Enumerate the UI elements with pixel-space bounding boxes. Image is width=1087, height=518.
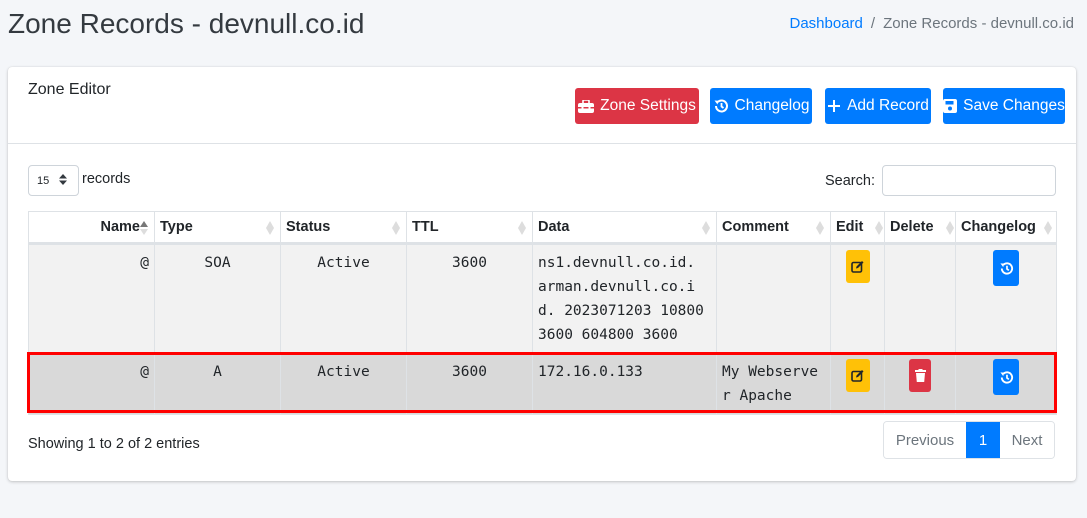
- column-header-type[interactable]: Type: [154, 211, 281, 245]
- edit-icon: [851, 370, 864, 382]
- sort-both-icon: [392, 221, 400, 235]
- card-title: Zone Editor: [28, 81, 111, 98]
- breadcrumb-separator: /: [870, 15, 876, 32]
- table-info: Showing 1 to 2 of 2 entries: [28, 436, 200, 452]
- save-icon: [943, 99, 958, 113]
- column-header-data[interactable]: Data: [532, 211, 717, 245]
- column-header-ttl[interactable]: TTL: [406, 211, 533, 245]
- save-changes-button[interactable]: Save Changes: [943, 88, 1065, 124]
- cell-comment: [716, 243, 831, 354]
- toolbox-icon: [578, 99, 595, 113]
- column-header-label: Type: [160, 219, 193, 235]
- sort-both-icon: [518, 221, 526, 235]
- cell-delete: [884, 353, 956, 415]
- cell-edit: [830, 353, 885, 415]
- save-changes-label: Save Changes: [963, 97, 1065, 114]
- history-icon: [999, 261, 1013, 275]
- history-icon: [713, 98, 729, 114]
- card-header: Zone Editor Zone Settings Changelog Add …: [8, 67, 1076, 144]
- cell-changelog: [955, 243, 1057, 354]
- cell-data: 172.16.0.133: [532, 353, 717, 415]
- column-header-label: Delete: [890, 219, 934, 235]
- sort-ascending-icon: [140, 221, 148, 235]
- history-icon: [999, 370, 1013, 384]
- pagination-previous[interactable]: Previous: [884, 422, 966, 458]
- column-header-status[interactable]: Status: [280, 211, 407, 245]
- sort-both-icon: [1044, 221, 1052, 235]
- cell-type: SOA: [154, 243, 281, 354]
- record-changelog-button[interactable]: [993, 359, 1019, 395]
- delete-record-button[interactable]: [909, 359, 931, 392]
- cell-name: @: [28, 243, 155, 354]
- records-table: Name Type Status TTL Data Comment Edit D…: [28, 211, 1057, 415]
- column-header-label: Name: [100, 219, 141, 235]
- plus-icon: [827, 99, 841, 113]
- cell-changelog: [955, 353, 1057, 415]
- cell-status: Active: [280, 243, 407, 354]
- select-arrows-icon: [59, 173, 68, 188]
- trash-icon: [914, 369, 926, 382]
- cell-comment: My Webserver Apache: [716, 353, 831, 415]
- page-length-value: 15: [37, 174, 50, 187]
- column-header-label: Edit: [836, 219, 864, 235]
- table-row: @ A Active 3600 172.16.0.133 My Webserve…: [28, 353, 1057, 415]
- cell-name: @: [28, 353, 155, 415]
- page-length-label: records: [82, 171, 131, 187]
- page-length-select[interactable]: 15: [28, 165, 79, 196]
- breadcrumb-dashboard-link[interactable]: Dashboard: [790, 15, 863, 32]
- changelog-button[interactable]: Changelog: [710, 88, 812, 124]
- cell-ttl: 3600: [406, 353, 533, 415]
- pagination: Previous 1 Next: [883, 421, 1055, 459]
- breadcrumb-current: Zone Records - devnull.co.id: [883, 15, 1074, 32]
- sort-both-icon: [875, 221, 883, 235]
- pagination-page-current[interactable]: 1: [966, 422, 1000, 458]
- cell-data: ns1.devnull.co.id. arman.devnull.co.id. …: [532, 243, 717, 354]
- add-record-label: Add Record: [847, 97, 929, 114]
- search-label: Search:: [825, 173, 875, 189]
- pagination-next[interactable]: Next: [1000, 422, 1054, 458]
- sort-both-icon: [266, 221, 274, 235]
- cell-type: A: [154, 353, 281, 415]
- column-header-changelog[interactable]: Changelog: [955, 211, 1057, 245]
- changelog-label: Changelog: [734, 97, 810, 114]
- table-header-row: Name Type Status TTL Data Comment Edit D…: [28, 211, 1057, 245]
- edit-icon: [851, 261, 864, 273]
- column-header-edit[interactable]: Edit: [830, 211, 885, 245]
- page-title: Zone Records - devnull.co.id: [8, 8, 365, 39]
- zone-settings-label: Zone Settings: [600, 97, 696, 114]
- add-record-button[interactable]: Add Record: [825, 88, 931, 124]
- search-input[interactable]: [882, 165, 1056, 196]
- table-row: @ SOA Active 3600 ns1.devnull.co.id. arm…: [28, 243, 1057, 354]
- cell-ttl: 3600: [406, 243, 533, 354]
- edit-record-button[interactable]: [845, 359, 870, 392]
- column-header-delete[interactable]: Delete: [884, 211, 956, 245]
- sort-both-icon: [816, 221, 824, 235]
- edit-record-button[interactable]: [845, 250, 870, 283]
- column-header-label: Comment: [722, 219, 789, 235]
- column-header-label: Changelog: [961, 219, 1036, 235]
- column-header-label: Data: [538, 219, 570, 235]
- column-header-comment[interactable]: Comment: [716, 211, 831, 245]
- cell-status: Active: [280, 353, 407, 415]
- column-header-label: TTL: [412, 219, 439, 235]
- sort-both-icon: [946, 221, 954, 235]
- cell-edit: [830, 243, 885, 354]
- sort-both-icon: [702, 221, 710, 235]
- record-changelog-button[interactable]: [993, 250, 1019, 286]
- breadcrumb: Dashboard / Zone Records - devnull.co.id: [790, 15, 1075, 32]
- zone-editor-card: Zone Editor Zone Settings Changelog Add …: [8, 67, 1076, 481]
- zone-settings-button[interactable]: Zone Settings: [575, 88, 699, 124]
- column-header-name[interactable]: Name: [28, 211, 155, 245]
- cell-delete: [884, 243, 956, 354]
- column-header-label: Status: [286, 219, 331, 235]
